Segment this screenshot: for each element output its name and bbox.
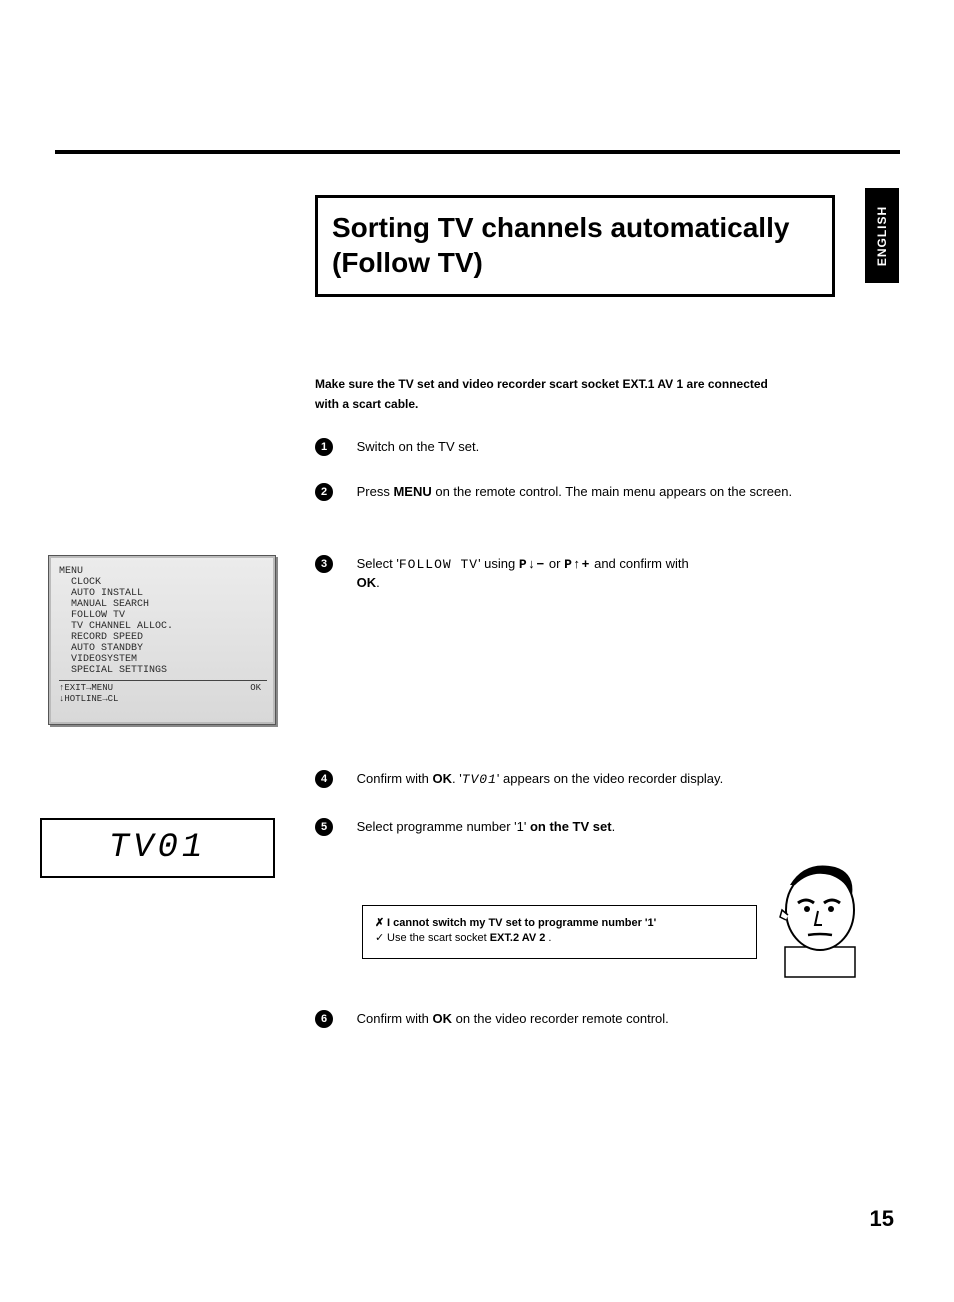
step-bullet-5: 5 (315, 818, 333, 836)
menu-item: TV CHANNEL ALLOC. (59, 621, 267, 632)
language-tab: ENGLISH (865, 188, 899, 283)
menu-item: MANUAL SEARCH (59, 599, 267, 610)
s6-pre: Confirm with (357, 1011, 433, 1026)
vcr-display-illustration: TV01 (40, 818, 275, 878)
follow-tv-label: FOLLOW TV (399, 557, 478, 572)
step-1-text: Switch on the TV set. (357, 438, 857, 456)
step-3: 3 Select 'FOLLOW TV' using P↓− or P↑+ an… (315, 555, 875, 592)
section-title-box: Sorting TV channels automatically (Follo… (315, 195, 835, 297)
menu-button-label: MENU (393, 484, 431, 499)
p-down-label: P↓− (519, 557, 545, 572)
step-1: 1 Switch on the TV set. (315, 438, 875, 456)
step-bullet-1: 1 (315, 438, 333, 456)
intro-scart: with a scart cable (315, 397, 415, 411)
step-3-text: Select 'FOLLOW TV' using P↓− or P↑+ and … (357, 555, 857, 592)
answer-pre: Use the scart socket (387, 932, 490, 944)
menu-divider (59, 680, 267, 681)
ok-label-6: OK (432, 1011, 452, 1026)
ok-label-4: OK (432, 771, 452, 786)
s2-post: on the remote control. The main menu app… (432, 484, 792, 499)
s5-post: . (612, 819, 616, 834)
menu-item: SPECIAL SETTINGS (59, 665, 267, 676)
problem-question: ✗I cannot switch my TV set to programme … (375, 916, 746, 931)
check-icon: ✓ (375, 931, 387, 946)
tv01-inline: TV01 (462, 772, 497, 787)
step-bullet-2: 2 (315, 483, 333, 501)
step-6: 6 Confirm with OK on the video recorder … (315, 1010, 875, 1028)
s5-pre: Select programme number '1' (357, 819, 530, 834)
s2-pre: Press (357, 484, 394, 499)
step-2: 2 Press MENU on the remote control. The … (315, 483, 875, 501)
answer-post: . (545, 932, 551, 944)
face-illustration (760, 855, 872, 980)
menu-header: MENU (59, 566, 267, 577)
vcr-display-text: TV01 (109, 829, 207, 867)
on-tv-set-label: on the TV set (530, 819, 612, 834)
problem-answer: ✓Use the scart socket EXT.2 AV 2 . (375, 931, 746, 946)
menu-item: RECORD SPEED (59, 632, 267, 643)
horizontal-rule (55, 150, 900, 154)
step-bullet-6: 6 (315, 1010, 333, 1028)
s4-pre: Confirm with (357, 771, 433, 786)
troubleshoot-box: ✗I cannot switch my TV set to programme … (362, 905, 757, 959)
section-title: Sorting TV channels automatically (Follo… (332, 210, 818, 280)
s4-end: ' appears on the video recorder display. (497, 771, 723, 786)
x-icon: ✗ (375, 916, 387, 931)
intro-period: . (415, 397, 418, 411)
step-6-text: Confirm with OK on the video recorder re… (357, 1010, 857, 1028)
s3-period: . (376, 575, 380, 590)
intro-connected: are connected (687, 377, 768, 391)
step-5: 5 Select programme number '1' on the TV … (315, 818, 875, 836)
s3-post: and confirm with (590, 556, 688, 571)
footer-exit: ↑EXIT→MENU (59, 683, 118, 694)
s4-post: . ' (452, 771, 462, 786)
ext2-label: EXT.2 AV 2 (490, 932, 546, 944)
footer-hotline: ↓HOTLINE→CL (59, 694, 118, 705)
menu-footer-left: ↑EXIT→MENU ↓HOTLINE→CL (59, 683, 118, 705)
intro-text: Make sure the TV set and video recorder … (315, 377, 768, 411)
menu-item: CLOCK (59, 577, 267, 588)
menu-item: AUTO INSTALL (59, 588, 267, 599)
s3-mid: ' using (478, 556, 519, 571)
step-2-text: Press MENU on the remote control. The ma… (357, 483, 857, 501)
ext1-label: EXT.1 AV 1 (622, 377, 683, 391)
p-up-label: P↑+ (564, 557, 590, 572)
menu-item: FOLLOW TV (59, 610, 267, 621)
osd-menu-illustration: MENU CLOCK AUTO INSTALL MANUAL SEARCH FO… (48, 555, 276, 725)
s6-post: on the video recorder remote control. (452, 1011, 669, 1026)
menu-item: VIDEOSYSTEM (59, 654, 267, 665)
step-5-text: Select programme number '1' on the TV se… (357, 818, 857, 836)
menu-item: AUTO STANDBY (59, 643, 267, 654)
menu-footer-ok: OK (250, 683, 261, 705)
intro-prefix: Make sure the TV set and video recorder … (315, 377, 622, 391)
page-number: 15 (870, 1206, 894, 1232)
s3-or: or (545, 556, 564, 571)
language-label: ENGLISH (875, 205, 889, 265)
step-bullet-3: 3 (315, 555, 333, 573)
menu-footer: ↑EXIT→MENU ↓HOTLINE→CL OK (59, 683, 267, 705)
s3-pre: Select ' (357, 556, 399, 571)
ok-label: OK (357, 575, 377, 590)
step-bullet-4: 4 (315, 770, 333, 788)
problem-q-text: I cannot switch my TV set to programme n… (387, 917, 656, 929)
step-4: 4 Confirm with OK. 'TV01' appears on the… (315, 770, 875, 789)
intro-paragraph: Make sure the TV set and video recorder … (315, 374, 875, 414)
step-4-text: Confirm with OK. 'TV01' appears on the v… (357, 770, 857, 789)
